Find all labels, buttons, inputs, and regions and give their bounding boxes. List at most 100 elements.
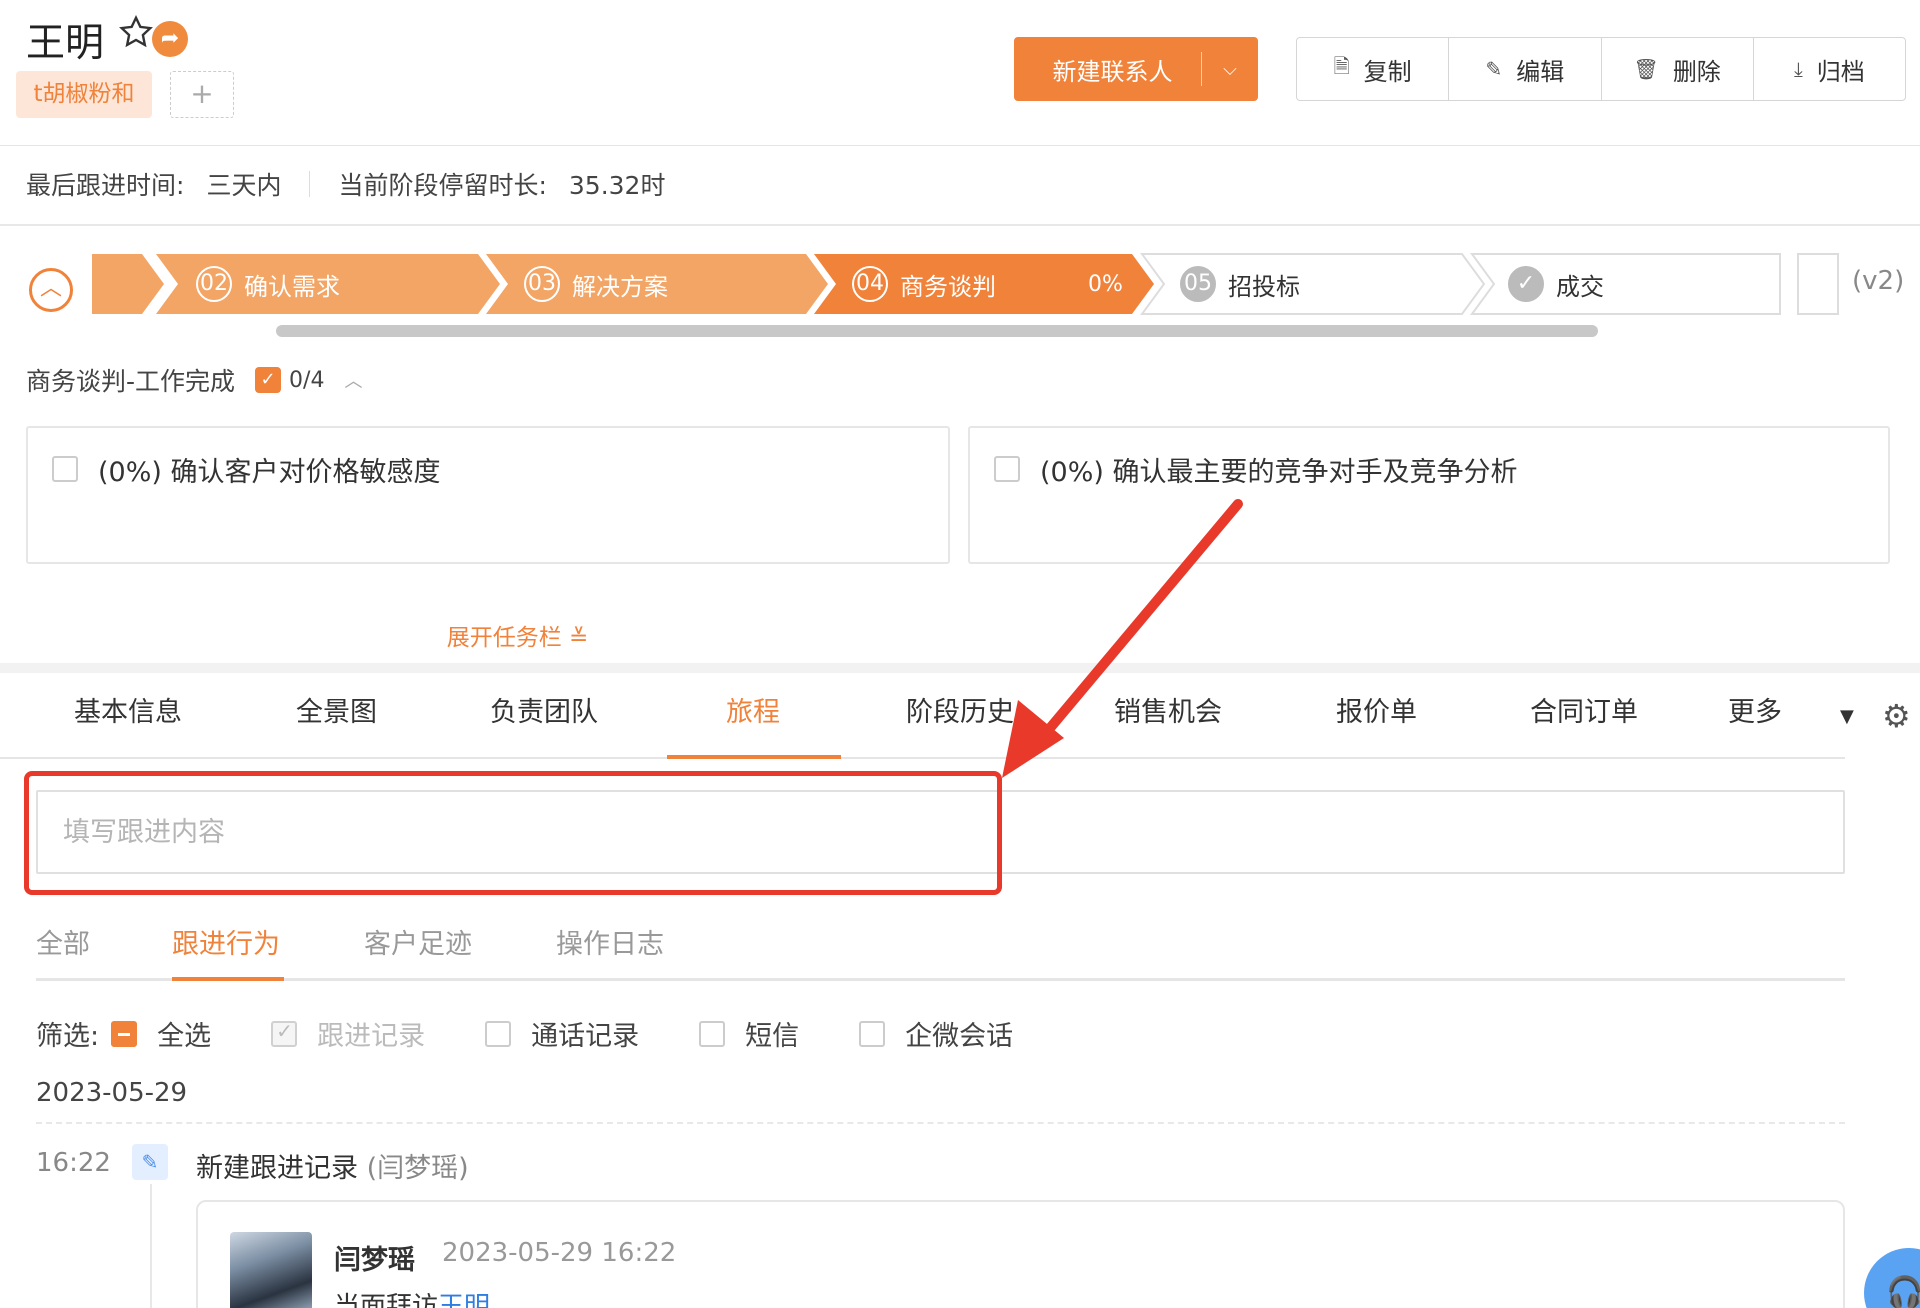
task-section-title: 商务谈判-工作完成	[26, 367, 236, 396]
tab-team[interactable]: 负责团队	[490, 690, 598, 729]
chevron-down-icon[interactable]: ⌵	[1202, 59, 1258, 80]
stage-02[interactable]: 02 确认需求	[196, 266, 340, 302]
entry-title: 新建跟进记录 (闫梦瑶)	[196, 1146, 469, 1185]
edit-icon: ✎	[1485, 57, 1503, 81]
star-icon[interactable]	[118, 14, 154, 50]
tab-stage-history[interactable]: 阶段历史	[906, 690, 1014, 729]
filter-checkbox[interactable]	[699, 1020, 726, 1047]
expand-tasks-link[interactable]: 展开任务栏 ≚	[0, 618, 1035, 652]
task-label: (0%) 确认客户对价格敏感度	[98, 457, 441, 488]
filter-checkbox[interactable]	[859, 1020, 886, 1047]
filter-call-record[interactable]: 通话记录	[485, 1014, 639, 1053]
filter-wecom-chat[interactable]: 企微会话	[859, 1014, 1013, 1053]
stage-chevron-first	[92, 254, 164, 314]
delete-button[interactable]: 🗑 删除	[1602, 38, 1754, 100]
subtab-all[interactable]: 全部	[36, 922, 90, 961]
page-title: 王明	[26, 21, 105, 66]
copy-button[interactable]: 🗎 复制	[1297, 38, 1450, 100]
tabs-divider	[0, 757, 1845, 759]
filter-checkbox[interactable]	[485, 1020, 512, 1047]
filter-checkbox[interactable]	[111, 1020, 138, 1047]
stage-label: 确认需求	[244, 272, 340, 301]
filter-option-label: 短信	[745, 1021, 800, 1052]
subtab-operation-log[interactable]: 操作日志	[556, 922, 664, 961]
filter-option-label: 全选	[157, 1021, 212, 1052]
check-icon: ✓	[1508, 266, 1544, 302]
entry-datetime: 2023-05-29 16:22	[442, 1238, 677, 1268]
expand-tasks-label: 展开任务栏	[446, 625, 562, 651]
divider	[0, 145, 1920, 146]
last-followup-value: 三天内	[206, 171, 282, 200]
task-card: (0%) 确认最主要的竞争对手及竞争分析	[968, 426, 1890, 564]
filter-sms[interactable]: 短信	[699, 1014, 799, 1053]
annotation-highlight-box	[24, 771, 1002, 895]
filter-option-label: 通话记录	[531, 1021, 640, 1052]
stage-number: 03	[524, 266, 560, 302]
tab-panorama[interactable]: 全景图	[296, 690, 377, 729]
meta-divider	[309, 171, 311, 197]
filter-label: 筛选:	[36, 1021, 100, 1052]
entry-description: 当面拜访王明	[334, 1286, 490, 1308]
followup-meta: 最后跟进时间: 三天内 当前阶段停留时长: 35.32时	[26, 166, 665, 202]
last-followup-label: 最后跟进时间:	[26, 171, 185, 200]
delete-label: 删除	[1672, 57, 1721, 86]
tab-journey[interactable]: 旅程	[726, 690, 780, 729]
tab-orders[interactable]: 合同订单	[1530, 690, 1638, 729]
filter-option-label: 跟进记录	[317, 1021, 426, 1052]
caret-down-icon[interactable]: ▼	[1840, 706, 1854, 727]
author-name: 闫梦瑶	[334, 1245, 415, 1276]
divider	[0, 224, 1920, 226]
tab-quotes[interactable]: 报价单	[1336, 690, 1417, 729]
stage-deal[interactable]: ✓ 成交	[1508, 266, 1604, 302]
subtabs-divider	[36, 978, 1845, 981]
stage-05[interactable]: 05 招投标	[1180, 266, 1300, 302]
stage-number: 02	[196, 266, 232, 302]
entry-time: 16:22	[36, 1148, 111, 1178]
contact-link[interactable]: 王明	[438, 1292, 490, 1308]
stage-number: 04	[852, 266, 888, 302]
headset-support-icon[interactable]: 🎧	[1864, 1248, 1920, 1308]
detail-tabs: 基本信息 全景图 负责团队 旅程 阶段历史 销售机会 报价单 合同订单 更多	[0, 690, 1900, 760]
new-contact-label: 新建联系人	[1052, 57, 1173, 86]
archive-download-icon: ⤓	[1793, 57, 1803, 81]
tab-more[interactable]: 更多	[1728, 690, 1782, 729]
gear-icon[interactable]: ⚙	[1882, 697, 1911, 735]
task-checkbox[interactable]	[994, 456, 1020, 482]
double-chevron-down-icon: ≚	[569, 625, 589, 651]
new-contact-button[interactable]: 新建联系人 ⌵	[1014, 37, 1258, 101]
tab-basic-info[interactable]: 基本信息	[74, 690, 182, 729]
avatar	[230, 1232, 312, 1308]
edit-button[interactable]: ✎ 编辑	[1449, 38, 1602, 100]
archive-button[interactable]: ⤓ 归档	[1754, 38, 1905, 100]
subtab-followup[interactable]: 跟进行为	[172, 922, 280, 961]
stage-label: 招投标	[1228, 272, 1300, 301]
activity-filter: 筛选: 全选 跟进记录 通话记录 短信 企微会话	[36, 1014, 1073, 1053]
stage-next-partial	[1797, 253, 1839, 315]
stage-percent: 0%	[1088, 272, 1123, 297]
stage-scrollbar[interactable]	[276, 325, 1598, 337]
stay-duration-value: 35.32时	[568, 171, 666, 200]
stay-duration-label: 当前阶段停留时长:	[338, 171, 547, 200]
tag-badge[interactable]: t胡椒粉和	[16, 71, 152, 118]
timeline-date: 2023-05-29	[36, 1078, 188, 1108]
entry-author: (闫梦瑶)	[366, 1153, 469, 1184]
chevron-up-icon[interactable]: ︿	[344, 367, 362, 393]
entry-title-text: 新建跟进记录	[196, 1153, 358, 1184]
task-checkbox[interactable]	[52, 456, 78, 482]
subtab-footprint[interactable]: 客户足迹	[364, 922, 472, 961]
active-subtab-indicator	[172, 977, 284, 981]
collapse-up-icon[interactable]: ︿	[29, 268, 73, 312]
stage-04[interactable]: 04 商务谈判	[852, 266, 996, 302]
edit-label: 编辑	[1516, 57, 1565, 86]
add-tag-button[interactable]: +	[170, 71, 234, 118]
task-card: (0%) 确认客户对价格敏感度	[26, 426, 950, 564]
version-label: (v2)	[1852, 266, 1905, 296]
task-label: (0%) 确认最主要的竞争对手及竞争分析	[1040, 457, 1518, 488]
tab-opportunities[interactable]: 销售机会	[1114, 690, 1222, 729]
filter-select-all[interactable]: 全选	[111, 1014, 211, 1053]
stage-label: 商务谈判	[900, 272, 996, 301]
stage-03[interactable]: 03 解决方案	[524, 266, 668, 302]
timeline-line	[150, 1184, 152, 1308]
trash-icon: 🗑	[1633, 57, 1659, 81]
share-icon[interactable]: ➦	[152, 21, 188, 57]
